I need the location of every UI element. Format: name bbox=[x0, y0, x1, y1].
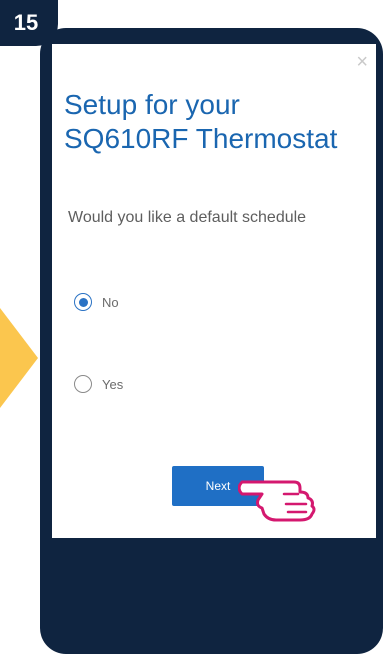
step-number: 15 bbox=[13, 10, 39, 35]
radio-selected-icon[interactable] bbox=[74, 293, 92, 311]
option-no-label: No bbox=[102, 294, 119, 310]
setup-dialog: × Setup for your SQ610RF Thermostat Woul… bbox=[52, 44, 376, 538]
close-icon[interactable]: × bbox=[356, 52, 368, 72]
pointing-hand-icon bbox=[238, 480, 316, 522]
arrow-icon bbox=[0, 308, 38, 408]
option-yes[interactable]: Yes bbox=[74, 375, 123, 393]
radio-unselected-icon[interactable] bbox=[74, 375, 92, 393]
radio-dot bbox=[78, 297, 88, 307]
step-number-badge: 15 bbox=[0, 0, 58, 46]
option-yes-label: Yes bbox=[102, 376, 124, 392]
option-no[interactable]: No bbox=[74, 293, 119, 311]
dialog-title: Setup for your SQ610RF Thermostat bbox=[64, 89, 338, 154]
schedule-question: Would you like a default schedule bbox=[68, 209, 307, 226]
